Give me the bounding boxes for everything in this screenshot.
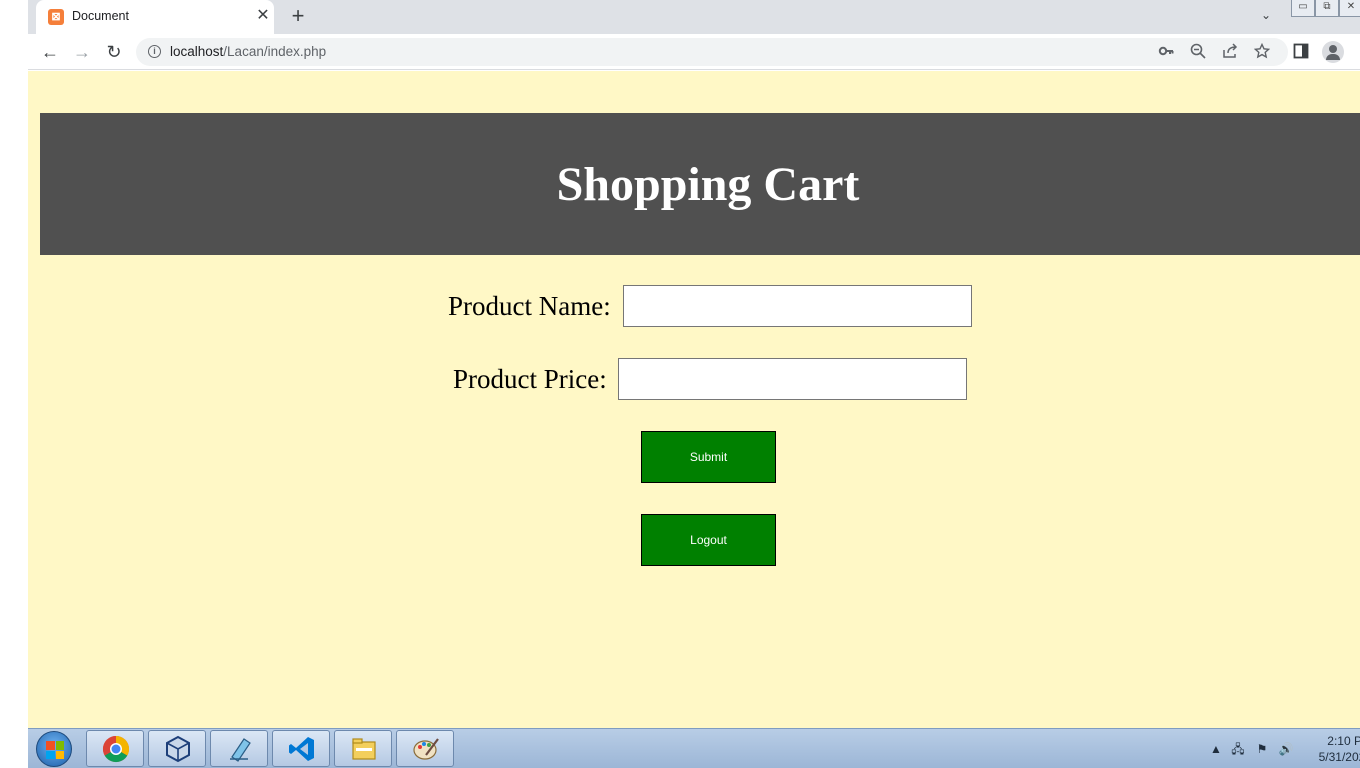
product-name-row: Product Name: (28, 285, 1360, 327)
logout-button[interactable]: Logout (641, 514, 776, 566)
taskbar-notepad[interactable] (210, 730, 268, 767)
taskbar-file-explorer[interactable] (334, 730, 392, 767)
file-explorer-icon (352, 738, 376, 760)
new-tab-button[interactable]: + (286, 5, 310, 29)
url-path: /Lacan/index.php (223, 44, 327, 59)
virtualbox-icon (166, 735, 190, 763)
windows-logo-icon (46, 741, 64, 759)
close-window-button[interactable]: ✕ (1339, 0, 1360, 17)
restore-button[interactable]: ⧉ (1315, 0, 1339, 17)
xampp-icon: ⊠ (48, 9, 64, 25)
taskbar-paint[interactable] (396, 730, 454, 767)
chrome-icon (102, 735, 130, 763)
key-icon[interactable] (1156, 43, 1176, 61)
profile-avatar-icon[interactable] (1322, 41, 1344, 63)
vscode-icon (289, 737, 314, 761)
network-icon[interactable]: 🖧 (1230, 741, 1246, 757)
header-banner: Shopping Cart (40, 113, 1360, 255)
browser-toolbar: ← → ↻ i localhost/Lacan/index.php (28, 34, 1360, 70)
browser-tab[interactable]: ⊠ Document ✕ (36, 0, 274, 34)
paint-icon (413, 738, 439, 760)
page-body: Shopping Cart Product Name: Product Pric… (28, 71, 1360, 728)
url-text: localhost/Lacan/index.php (170, 44, 326, 59)
window-controls: ▭ ⧉ ✕ (1291, 0, 1360, 18)
close-tab-icon[interactable]: ✕ (254, 7, 272, 25)
product-name-label: Product Name: (448, 291, 611, 321)
start-button[interactable] (36, 731, 72, 767)
back-button[interactable]: ← (38, 40, 62, 64)
page-title: Shopping Cart (556, 158, 860, 211)
product-price-row: Product Price: (28, 358, 1360, 400)
tab-title: Document (72, 9, 129, 23)
tab-search-chevron-icon[interactable]: ⌄ (1256, 8, 1276, 26)
windows-taskbar: ▲ 🖧 ⚑ 🔊 2:10 PM 5/31/2022 (28, 728, 1360, 768)
taskbar-chrome[interactable] (86, 730, 144, 767)
address-bar[interactable]: i localhost/Lacan/index.php (136, 38, 1288, 66)
url-host: localhost (170, 44, 224, 59)
taskbar-clock[interactable]: 2:10 PM 5/31/2022 (1312, 733, 1360, 765)
bookmark-star-icon[interactable] (1252, 42, 1272, 61)
zoom-out-icon[interactable] (1188, 43, 1208, 61)
product-name-input[interactable] (623, 285, 972, 327)
product-price-label: Product Price: (453, 364, 607, 394)
system-tray: ▲ 🖧 ⚑ 🔊 2:10 PM 5/31/2022 (1208, 729, 1360, 768)
forward-button[interactable]: → (70, 40, 94, 64)
reload-button[interactable]: ↻ (102, 40, 126, 64)
share-icon[interactable] (1220, 43, 1240, 61)
show-hidden-icons-icon[interactable]: ▲ (1208, 741, 1224, 757)
minimize-button[interactable]: ▭ (1291, 0, 1315, 17)
clock-time: 2:10 PM (1327, 734, 1360, 748)
taskbar-vscode[interactable] (272, 730, 330, 767)
volume-icon[interactable]: 🔊 (1278, 741, 1294, 757)
clock-date: 5/31/2022 (1318, 750, 1360, 764)
notepad-icon (230, 738, 251, 762)
taskbar-virtualbox[interactable] (148, 730, 206, 767)
submit-button[interactable]: Submit (641, 431, 776, 483)
site-info-icon[interactable]: i (148, 45, 161, 58)
product-price-input[interactable] (618, 358, 967, 400)
side-panel-icon[interactable] (1293, 43, 1311, 61)
browser-tab-bar: ⊠ Document ✕ + ⌄ ▭ ⧉ ✕ (28, 0, 1360, 34)
action-center-icon[interactable]: ⚑ (1254, 741, 1270, 757)
screen-left-edge (0, 0, 28, 768)
